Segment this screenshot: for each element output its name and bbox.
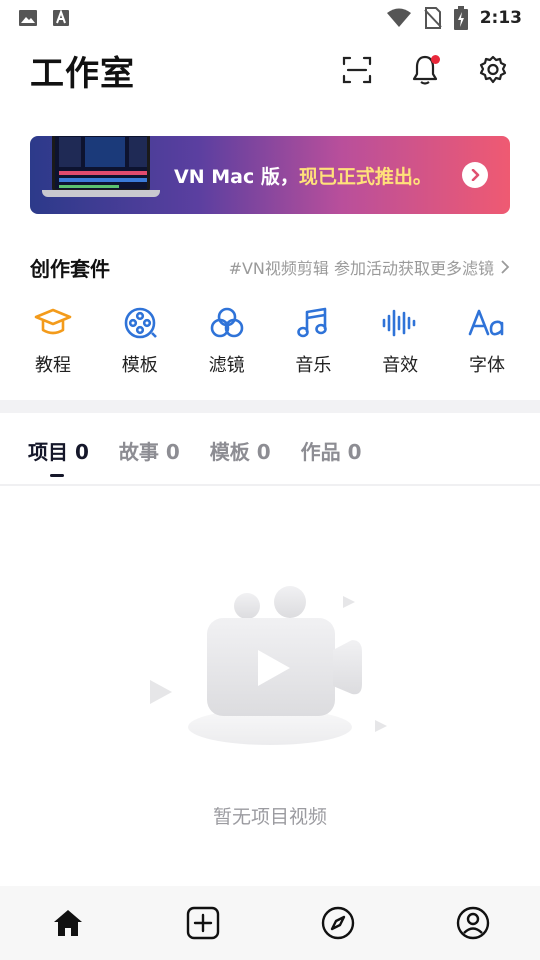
video-camera-icon — [150, 586, 387, 745]
chevron-right-icon — [501, 260, 510, 274]
banner-text-highlight: 现已正式推出。 — [298, 165, 432, 188]
kit-item-filter[interactable]: 滤镜 — [186, 305, 268, 377]
kit-title: 创作套件 — [30, 256, 110, 281]
section-divider — [0, 400, 540, 413]
banner-text-main: VN Mac 版， — [174, 165, 299, 188]
kit-item-music[interactable]: 音乐 — [272, 305, 354, 377]
kit-item-label: 滤镜 — [208, 355, 245, 376]
kit-item-label: 字体 — [468, 355, 505, 376]
bottom-nav — [0, 886, 540, 960]
banner-text: VN Mac 版， 现已正式推出。 — [174, 136, 432, 214]
nav-discover[interactable] — [308, 893, 368, 953]
kit-item-label: 模板 — [121, 355, 158, 376]
graduation-cap-icon — [34, 308, 72, 335]
battery-charging-icon — [453, 6, 468, 30]
status-time: 2:13 — [479, 8, 522, 28]
wifi-icon — [386, 8, 412, 28]
kit-item-label: 音效 — [382, 355, 419, 376]
nav-create[interactable] — [173, 893, 233, 953]
header: 工作室 — [0, 40, 540, 100]
page-title: 工作室 — [30, 53, 135, 94]
status-bar: 2:13 — [0, 0, 540, 36]
tab-works[interactable]: 作品 0 — [301, 436, 362, 465]
gear-icon — [479, 55, 507, 84]
laptop-illustration — [42, 136, 160, 198]
sound-wave-icon — [382, 309, 416, 337]
kit-link-text: #VN视频剪辑 参加活动获取更多滤镜 — [228, 259, 494, 278]
tab-templates[interactable]: 模板 0 — [210, 436, 271, 465]
add-square-icon — [186, 906, 219, 940]
content-tabs: 项目 0 故事 0 模板 0 作品 0 — [28, 430, 362, 477]
nav-profile[interactable] — [443, 893, 503, 953]
film-reel-icon — [124, 307, 157, 339]
notification-dot — [431, 55, 440, 64]
home-icon — [53, 910, 82, 936]
no-sim-icon — [423, 7, 442, 29]
tab-projects[interactable]: 项目 0 — [28, 436, 89, 477]
kit-grid: 教程 模板 滤镜 音乐 音效 字体 — [12, 305, 528, 377]
kit-item-font[interactable]: 字体 — [446, 305, 528, 377]
kit-item-label: 音乐 — [295, 355, 332, 376]
font-aa-icon — [468, 309, 504, 336]
notifications-button[interactable] — [408, 53, 442, 87]
scan-button[interactable] — [340, 53, 374, 87]
profile-icon — [456, 906, 489, 940]
scan-icon — [342, 56, 372, 84]
kit-item-label: 教程 — [35, 355, 71, 376]
app-a-icon — [52, 9, 70, 27]
music-note-icon — [297, 307, 328, 338]
kit-item-sound-effect[interactable]: 音效 — [359, 305, 441, 377]
tab-stories[interactable]: 故事 0 — [119, 436, 180, 465]
settings-button[interactable] — [476, 53, 510, 87]
nav-home[interactable] — [38, 893, 98, 953]
filter-circles-icon — [210, 307, 243, 338]
kit-item-tutorial[interactable]: 教程 — [12, 305, 94, 377]
compass-icon — [321, 906, 354, 940]
kit-promo-link[interactable]: #VN视频剪辑 参加活动获取更多滤镜 — [229, 255, 510, 279]
kit-item-template[interactable]: 模板 — [99, 305, 181, 377]
kit-header: 创作套件 #VN视频剪辑 参加活动获取更多滤镜 — [30, 250, 510, 284]
image-icon — [18, 9, 38, 27]
banner-arrow-button[interactable] — [462, 162, 488, 188]
chevron-right-icon — [471, 169, 480, 181]
empty-state-text: 暂无项目视频 — [212, 806, 327, 828]
promo-banner[interactable]: VN Mac 版， 现已正式推出。 — [30, 136, 510, 214]
tabs-divider — [0, 484, 540, 486]
